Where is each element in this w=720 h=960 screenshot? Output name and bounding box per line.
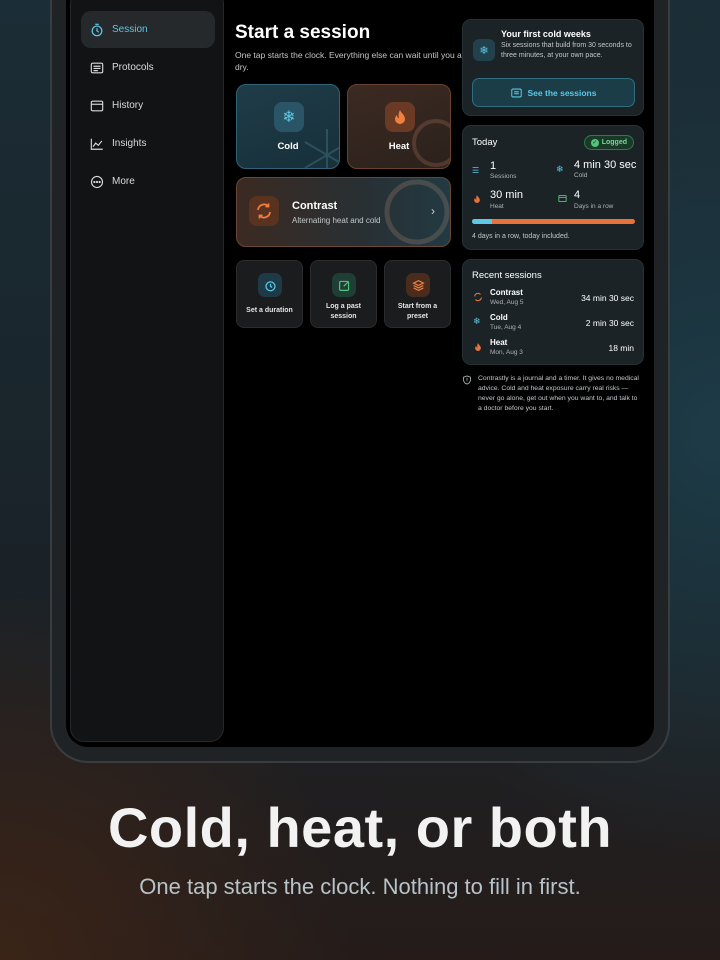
snowflake-icon: ❄	[556, 164, 564, 174]
stat-label: Sessions	[490, 173, 517, 180]
heat-session-button[interactable]: Heat	[347, 84, 451, 169]
progress-cold-fill	[472, 219, 492, 224]
session-type: Heat	[490, 338, 508, 347]
stat-label: Cold	[574, 172, 588, 179]
recent-sessions-card: Recent sessions Contrast Wed, Aug 5 34 m…	[462, 259, 644, 365]
session-date: Wed, Aug 5	[490, 299, 524, 306]
timer-icon	[258, 273, 282, 297]
list-icon: ☰	[472, 166, 480, 175]
edit-icon	[332, 273, 356, 297]
sidebar-item-insights[interactable]: Insights	[81, 125, 215, 162]
sidebar-item-label: More	[112, 176, 135, 187]
sidebar-item-history[interactable]: History	[81, 87, 215, 124]
session-duration: 2 min 30 sec	[585, 318, 634, 328]
contrast-label: Contrast	[292, 200, 338, 212]
see-sessions-label: See the sessions	[527, 87, 597, 98]
cold-label: Cold	[277, 141, 299, 152]
snowflake-icon: ❄	[274, 102, 304, 132]
sidebar-item-label: History	[112, 100, 144, 111]
see-sessions-button[interactable]: See the sessions	[472, 78, 635, 107]
contrast-session-button[interactable]: Contrast Alternating heat and cold ›	[236, 177, 451, 247]
today-title: Today	[472, 137, 498, 148]
snowflake-icon: ❄	[473, 39, 495, 61]
flame-icon	[475, 343, 481, 351]
calendar-icon	[90, 99, 104, 113]
chart-icon	[90, 137, 104, 151]
page-title: Start a session	[235, 22, 371, 43]
status-badge: ✓ Logged	[583, 135, 634, 150]
action-label: Start from a preset	[397, 303, 438, 320]
sidebar-item-more[interactable]: More	[81, 163, 215, 200]
session-duration: 34 min 30 sec	[581, 293, 634, 303]
stat-value: 1	[490, 160, 497, 172]
stat-label: Heat	[490, 203, 504, 210]
stat-label: Days in a row	[574, 203, 614, 210]
streak-text: 4 days in a row, today included.	[472, 233, 570, 240]
stat-value: 4 min 30 sec	[574, 159, 637, 171]
check-icon: ✓	[590, 138, 599, 147]
marketing-headline: Cold, heat, or both	[107, 796, 613, 859]
cycle-icon	[474, 292, 482, 302]
cycle-decoration-icon	[384, 179, 450, 245]
first-cold-weeks-card: ❄ Your first cold weeks Six sessions tha…	[462, 19, 644, 116]
chevron-right-icon: ›	[431, 204, 435, 218]
more-icon	[90, 175, 104, 189]
session-type: Cold	[490, 313, 508, 322]
session-date: Mon, Aug 3	[490, 349, 523, 356]
page-subtitle: One tap starts the clock. Everything els…	[235, 50, 470, 72]
marketing-subline: One tap starts the clock. Nothing to fil…	[139, 874, 581, 899]
promo-body: Six sessions that build from 30 seconds …	[501, 42, 632, 59]
progress-bar	[472, 219, 635, 224]
sidebar-item-label: Protocols	[112, 62, 154, 73]
app-screen: Session Protocols History Insights More	[66, 0, 654, 747]
start-from-preset-button[interactable]: Start from a preset	[384, 260, 451, 328]
flame-icon	[474, 195, 480, 203]
layers-icon	[406, 273, 430, 297]
stat-value: 30 min	[490, 189, 524, 201]
sidebar-item-label: Session	[112, 24, 148, 35]
heat-label: Heat	[388, 141, 410, 152]
today-card: Today ✓ Logged ☰ 1 Sessions ❄ 4 min 30 s…	[462, 125, 644, 250]
timer-icon	[90, 23, 104, 37]
sidebar-item-label: Insights	[112, 138, 147, 149]
session-type: Contrast	[490, 288, 523, 297]
set-duration-button[interactable]: Set a duration	[236, 260, 303, 328]
sidebar: Session Protocols History Insights More	[70, 0, 224, 742]
cold-session-button[interactable]: ❄ Cold	[236, 84, 340, 169]
shield-icon	[463, 375, 471, 385]
sidebar-item-session[interactable]: Session	[81, 11, 215, 48]
contrast-subtitle: Alternating heat and cold	[292, 216, 381, 225]
action-label: Set a duration	[246, 307, 293, 314]
list-icon	[90, 61, 104, 75]
action-label: Log a past session	[325, 303, 361, 320]
sidebar-item-protocols[interactable]: Protocols	[81, 49, 215, 86]
cycle-icon	[249, 196, 279, 226]
flame-icon	[385, 102, 415, 132]
badge-label: Logged	[601, 139, 627, 146]
recent-title: Recent sessions	[472, 270, 542, 281]
promo-title: Your first cold weeks	[501, 29, 591, 39]
snowflake-icon: ❄	[473, 316, 481, 326]
calendar-icon	[558, 194, 567, 203]
session-duration: 18 min	[608, 343, 634, 353]
disclaimer-text: Contrastly is a journal and a timer. It …	[478, 375, 639, 412]
session-date: Tue, Aug 4	[490, 324, 522, 331]
log-past-session-button[interactable]: Log a past session	[310, 260, 377, 328]
book-icon	[510, 88, 522, 97]
stat-value: 4	[574, 189, 581, 201]
